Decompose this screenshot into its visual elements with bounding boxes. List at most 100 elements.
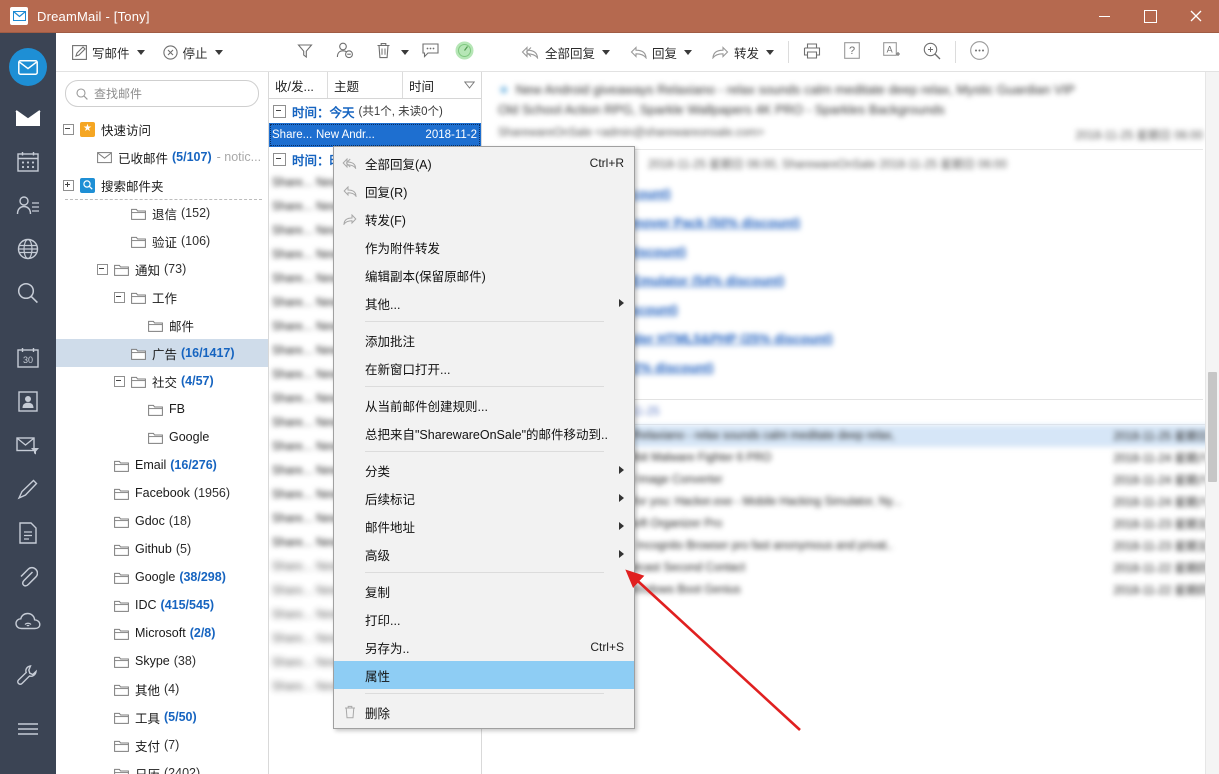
- rail-item-attachment[interactable]: [0, 555, 56, 599]
- folder-expander[interactable]: [96, 263, 109, 276]
- status-button[interactable]: [449, 38, 479, 66]
- menu-item[interactable]: 另存为.. Ctrl+S: [334, 633, 634, 661]
- minimize-button[interactable]: [1081, 0, 1127, 32]
- delete-dropdown-caret[interactable]: [401, 49, 409, 55]
- rail-item-compose[interactable]: [0, 467, 56, 511]
- reading-pane-scroll-thumb[interactable]: [1208, 372, 1217, 482]
- menu-item[interactable]: 打印...: [334, 605, 634, 633]
- folder-expander[interactable]: [62, 179, 75, 192]
- rail-item-calendar-30[interactable]: 30: [0, 335, 56, 379]
- rail-item-user-card[interactable]: [0, 379, 56, 423]
- folder-item[interactable]: 通知 (73): [56, 255, 268, 283]
- rail-item-settings[interactable]: [0, 653, 56, 697]
- folder-tree[interactable]: ★ 快速访问 已收邮件 (5/107) - notic... 搜索邮件夹 退信 (152) 验证…: [56, 113, 268, 774]
- column-header-sender[interactable]: 收/发...: [269, 72, 328, 98]
- folder-item[interactable]: Github (5): [56, 535, 268, 563]
- column-header-subject[interactable]: 主题: [328, 72, 403, 98]
- compose-button[interactable]: 写邮件: [66, 37, 151, 67]
- folder-item[interactable]: Email (16/276): [56, 451, 268, 479]
- menu-item[interactable]: 属性: [334, 661, 634, 689]
- folder-item[interactable]: 支付 (7): [56, 731, 268, 759]
- folder-item[interactable]: 搜索邮件夹: [56, 171, 268, 199]
- menu-item[interactable]: 从当前邮件创建规则...: [334, 391, 634, 419]
- menu-item[interactable]: 在新窗口打开...: [334, 354, 634, 382]
- rail-item-inbox[interactable]: [0, 95, 56, 139]
- folder-expander[interactable]: [62, 123, 75, 136]
- rail-item-mail[interactable]: [0, 45, 56, 89]
- mail-group-header[interactable]: 时间：今天 (共1个, 未读0个): [269, 99, 481, 123]
- group-collapse-icon[interactable]: [273, 104, 286, 118]
- reading-pane-scrollbar[interactable]: [1205, 72, 1219, 774]
- rail-item-globe[interactable]: [0, 227, 56, 271]
- compose-dropdown-caret[interactable]: [136, 49, 145, 55]
- folder-item[interactable]: 验证 (106): [56, 227, 268, 255]
- folder-item[interactable]: ★ 快速访问: [56, 115, 268, 143]
- zoom-button[interactable]: [917, 38, 947, 66]
- menu-item[interactable]: 邮件地址: [334, 512, 634, 540]
- stop-button[interactable]: 停止: [157, 37, 229, 67]
- menu-item[interactable]: 高级: [334, 540, 634, 568]
- rail-item-menu[interactable]: [0, 707, 56, 751]
- translate-button[interactable]: A: [877, 38, 907, 66]
- reply-button[interactable]: 回复: [624, 37, 698, 67]
- menu-item[interactable]: 作为附件转发: [334, 233, 634, 261]
- menu-item[interactable]: 总把来自"SharewareOnSale"的邮件移动到..: [334, 419, 634, 447]
- more-button[interactable]: [964, 38, 994, 66]
- search-input[interactable]: 查找邮件: [65, 80, 259, 107]
- menu-item[interactable]: 全部回复(A) Ctrl+R: [334, 149, 634, 177]
- menu-item[interactable]: 分类: [334, 456, 634, 484]
- mail-row-selected[interactable]: Share... New Andr... 2018-11-2: [269, 123, 481, 147]
- menu-item[interactable]: 其他...: [334, 289, 634, 317]
- folder-item[interactable]: 社交 (4/57): [56, 367, 268, 395]
- menu-item[interactable]: 添加批注: [334, 326, 634, 354]
- help-button[interactable]: ?: [837, 38, 867, 66]
- reply-caret[interactable]: [684, 49, 693, 55]
- menu-item[interactable]: 复制: [334, 577, 634, 605]
- folder-expander[interactable]: [113, 291, 126, 304]
- reply-all-caret[interactable]: [602, 49, 611, 55]
- rail-item-calendar-grid[interactable]: [0, 139, 56, 183]
- sort-desc-icon[interactable]: [463, 78, 476, 92]
- rail-item-cloud[interactable]: [0, 599, 56, 643]
- rail-item-contacts[interactable]: [0, 183, 56, 227]
- menu-item[interactable]: 后续标记: [334, 484, 634, 512]
- folder-item[interactable]: Microsoft (2/8): [56, 619, 268, 647]
- reply-all-button[interactable]: 全部回复: [515, 37, 616, 67]
- folder-item[interactable]: Google: [56, 423, 268, 451]
- folder-item[interactable]: 工具 (5/50): [56, 703, 268, 731]
- context-menu[interactable]: 全部回复(A) Ctrl+R 回复(R) 转发(F) 作为附件转发 编辑副本(保留原邮件)…: [333, 146, 635, 729]
- maximize-button[interactable]: [1127, 0, 1173, 32]
- folder-item[interactable]: 日历 (2402): [56, 759, 268, 774]
- close-button[interactable]: [1173, 0, 1219, 32]
- rail-item-document[interactable]: [0, 511, 56, 555]
- menu-item[interactable]: 编辑副本(保留原邮件): [334, 261, 634, 289]
- filter-button[interactable]: [290, 38, 320, 66]
- unsubscribe-button[interactable]: [330, 38, 360, 66]
- column-header-time[interactable]: 时间: [403, 72, 481, 98]
- forward-button[interactable]: 转发: [706, 37, 780, 67]
- folder-item[interactable]: Skype (38): [56, 647, 268, 675]
- folder-item[interactable]: Google (38/298): [56, 563, 268, 591]
- folder-item[interactable]: IDC (415/545): [56, 591, 268, 619]
- group-collapse-icon[interactable]: [273, 152, 286, 166]
- forward-caret[interactable]: [766, 49, 775, 55]
- delete-button[interactable]: [368, 38, 398, 66]
- folder-item[interactable]: 已收邮件 (5/107) - notic...: [56, 143, 268, 171]
- folder-item[interactable]: 工作: [56, 283, 268, 311]
- folder-item[interactable]: 邮件: [56, 311, 268, 339]
- menu-item[interactable]: 删除: [334, 698, 634, 726]
- folder-expander[interactable]: [113, 375, 126, 388]
- folder-item[interactable]: Facebook (1956): [56, 479, 268, 507]
- folder-item[interactable]: 广告 (16/1417): [56, 339, 268, 367]
- rail-item-mail-filter[interactable]: [0, 423, 56, 467]
- stop-dropdown-caret[interactable]: [214, 49, 223, 55]
- print-button[interactable]: [797, 38, 827, 66]
- folder-item[interactable]: 退信 (152): [56, 199, 268, 227]
- rail-item-search[interactable]: [0, 271, 56, 315]
- folder-item[interactable]: Gdoc (18): [56, 507, 268, 535]
- menu-item[interactable]: 回复(R): [334, 177, 634, 205]
- folder-item[interactable]: 其他 (4): [56, 675, 268, 703]
- folder-item[interactable]: FB: [56, 395, 268, 423]
- menu-item[interactable]: 转发(F): [334, 205, 634, 233]
- comment-button[interactable]: [415, 38, 445, 66]
